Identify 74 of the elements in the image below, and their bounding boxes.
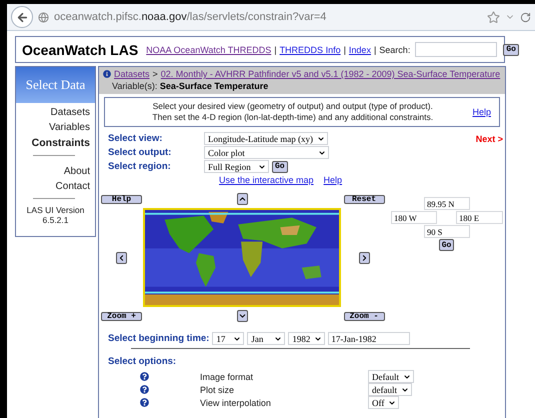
separator: | [374, 44, 376, 54]
sidebar-item[interactable]: Constraints [32, 137, 90, 149]
go-button[interactable]: Go [272, 160, 288, 172]
option-label: View interpolation [200, 398, 272, 408]
sidebar-item[interactable]: About [64, 166, 90, 177]
option-label: Plot size [200, 384, 236, 394]
back-button[interactable] [11, 6, 33, 28]
site-title: OceanWatch LAS [22, 42, 138, 58]
sidebar-item[interactable]: Variables [49, 122, 90, 133]
variable-text: Variable(s): Sea-Surface Temperature [111, 81, 268, 91]
caret-icon [274, 334, 282, 342]
dropdown[interactable]: default [368, 383, 412, 396]
sidebar-item[interactable]: Datasets [50, 107, 90, 118]
header-link[interactable]: THREDDS Info [280, 44, 341, 54]
north-field[interactable]: 89.95 N [424, 197, 470, 210]
caret-icon [314, 334, 322, 342]
breadcrumb-link[interactable]: Datasets [114, 68, 150, 80]
caret-icon [258, 162, 266, 170]
pan-up-button[interactable] [236, 193, 248, 205]
header-link[interactable]: Index [348, 44, 371, 54]
dropdown[interactable]: Off [368, 396, 400, 409]
pan-left-button[interactable] [116, 252, 127, 264]
map-link[interactable]: Help [324, 175, 342, 185]
option-label: Image format [200, 372, 254, 382]
search-label: Search: [379, 44, 410, 54]
south-field[interactable]: 90 S [424, 225, 470, 238]
breadcrumb-separator: > [152, 68, 158, 80]
map-link[interactable]: Use the interactive map [219, 175, 314, 185]
instruction-text: Select your desired view (geometry of output) and output (type of product). [152, 101, 433, 112]
section-label: Select options: [107, 356, 176, 367]
dropdown[interactable]: Default [368, 370, 414, 383]
instruction-text: Then set the 4-D region (lon-lat-depth-time) and any additional constraints. [152, 112, 434, 123]
separator: | [344, 44, 346, 54]
sidebar-heading: Select Data [16, 67, 95, 103]
dropdown[interactable]: Full Region [204, 160, 269, 173]
reload-icon[interactable] [520, 12, 531, 22]
header-link[interactable]: NOAA OceanWatch THREDDS [146, 44, 272, 54]
reset-button[interactable]: Reset [344, 194, 384, 204]
go-button[interactable]: Go [503, 44, 519, 56]
sidebar-item[interactable]: Contact [56, 181, 90, 192]
chevron-left-icon [117, 252, 126, 262]
search-field[interactable] [415, 42, 498, 57]
globe-icon [38, 12, 49, 22]
field-label: Select output: [108, 147, 172, 158]
dropdown[interactable]: 1982 [288, 332, 326, 345]
west-field[interactable]: 180 W [391, 211, 437, 224]
zoom-in-button[interactable]: Zoom + [101, 312, 142, 320]
separator: | [274, 44, 277, 54]
pan-right-button[interactable] [358, 252, 370, 264]
help-button[interactable]: Help [101, 194, 142, 204]
east-field[interactable]: 180 E [456, 211, 503, 224]
field-label: Select beginning time: [108, 333, 210, 344]
dropdown[interactable]: Color plot [204, 146, 329, 159]
help-icon[interactable] [140, 398, 149, 407]
url-text: oceanwatch.pifsc.noaa.gov/las/servlets/constrain?var=4 [54, 11, 328, 23]
info-icon [103, 70, 111, 78]
version-text: LAS UI Version 6.5.2.1 [26, 205, 86, 225]
help-icon[interactable] [140, 372, 149, 381]
help-icon[interactable] [140, 385, 149, 394]
caret-icon [233, 334, 242, 342]
dropdown[interactable]: 17 [212, 332, 244, 345]
dropdown[interactable]: Jan [247, 332, 286, 345]
next-link[interactable]: Next > [476, 134, 503, 144]
date-field[interactable]: 17-Jan-1982 [328, 332, 410, 345]
field-label: Select region: [108, 161, 172, 172]
field-label: Select view: [108, 133, 164, 144]
back-arrow-icon [16, 10, 28, 24]
breadcrumb-link[interactable]: 02. Monthly - AVHRR Pathfinder v5 and v5.1 (1982 - 2009) Sea-Surface Temperature [160, 68, 500, 80]
bookmark-star-icon[interactable] [487, 10, 500, 24]
zoom-out-button[interactable]: Zoom - [344, 312, 384, 320]
dropdown[interactable]: Longitude-Latitude map (xy) [204, 132, 328, 145]
help-link[interactable]: Help [472, 107, 491, 117]
go-button[interactable]: Go [438, 239, 454, 251]
pan-down-button[interactable] [236, 310, 248, 322]
